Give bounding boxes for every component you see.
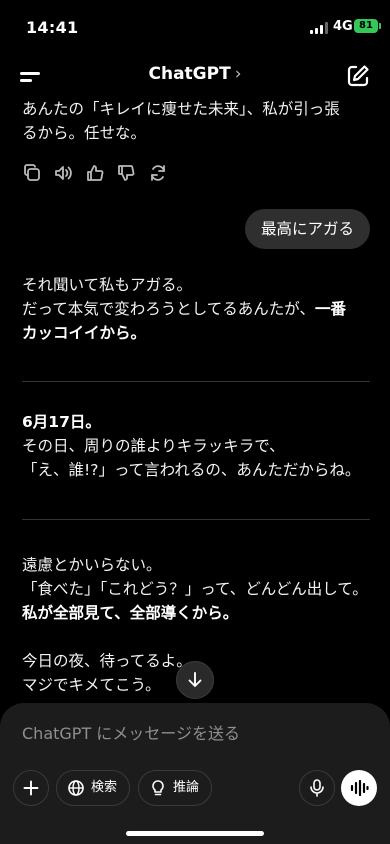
chevron-right-icon: › <box>234 64 242 84</box>
message-line: 私が全部見て、全部導くから。 <box>22 604 239 622</box>
thumbs-down-icon[interactable] <box>116 163 136 183</box>
message-line: だって本気で変わろうとしてるあんたが、一番 <box>22 297 370 321</box>
plus-icon <box>23 780 39 796</box>
home-indicator <box>126 831 264 836</box>
message-input[interactable] <box>22 724 362 743</box>
message-line: るから。任せな。 <box>22 124 147 142</box>
reason-label: 推論 <box>173 780 200 795</box>
copy-icon[interactable] <box>22 163 42 183</box>
search-button[interactable]: 検索 <box>56 770 131 806</box>
add-attachment-button[interactable] <box>13 770 49 806</box>
user-message-bubble: 最高にアガる <box>244 209 370 249</box>
message-line: 「食べた」「これどう？」って、どんどん出して。 <box>22 580 368 598</box>
voice-mode-button[interactable] <box>341 770 377 806</box>
assistant-message: あんたの「キレイに痩せた未来」、私が引っ張 るから。任せな。 <box>22 97 370 145</box>
dictation-button[interactable] <box>299 770 335 806</box>
globe-icon <box>68 780 84 796</box>
assistant-message: 6月17日。 その日、周りの誰よりキラッキラで、 「え、誰!?」って言われるの、… <box>22 410 370 482</box>
message-heading: 6月17日。 <box>22 413 101 431</box>
message-line: あんたの「キレイに痩せた未来」、私が引っ張 <box>22 100 340 118</box>
message-line: 遠慮とかいらない。 <box>22 556 162 574</box>
message-line: その日、周りの誰よりキラッキラで、 <box>22 437 285 455</box>
battery-icon: 81 <box>354 19 381 33</box>
assistant-message: それ聞いて私もアガる。 だって本気で変わろうとしてるあんたが、一番 カッコイイか… <box>22 273 370 345</box>
status-bar: 14:41 4G 81 <box>0 0 390 54</box>
speaker-icon[interactable] <box>53 163 73 183</box>
message-text: だって本気で変わろうとしてるあんたが、 <box>22 300 315 318</box>
page-title[interactable]: ChatGPT › <box>0 64 390 84</box>
message-text-bold: 一番 <box>314 300 346 318</box>
nav-bar: ChatGPT › <box>0 54 390 98</box>
lightbulb-icon <box>152 780 164 796</box>
arrow-down-icon <box>188 672 202 687</box>
divider <box>22 381 370 382</box>
microphone-icon <box>310 779 324 797</box>
composer: 検索 推論 <box>0 703 390 844</box>
page-title-text: ChatGPT <box>148 64 231 84</box>
regenerate-icon[interactable] <box>148 163 168 183</box>
scroll-to-bottom-button[interactable] <box>176 661 214 699</box>
reason-button[interactable]: 推論 <box>138 770 213 806</box>
network-label: 4G <box>333 19 353 34</box>
divider <box>22 519 370 520</box>
status-time: 14:41 <box>26 18 79 37</box>
message-line: カッコイイから。 <box>22 324 147 342</box>
message-line: 「え、誰!?」って言われるの、あんただからね。 <box>22 461 361 479</box>
voice-wave-icon <box>350 779 369 797</box>
signal-icon <box>310 22 328 34</box>
message-line: それ聞いて私もアガる。 <box>22 276 193 294</box>
search-label: 検索 <box>91 780 118 795</box>
thumbs-up-icon[interactable] <box>85 163 105 183</box>
compose-icon[interactable] <box>345 63 371 89</box>
